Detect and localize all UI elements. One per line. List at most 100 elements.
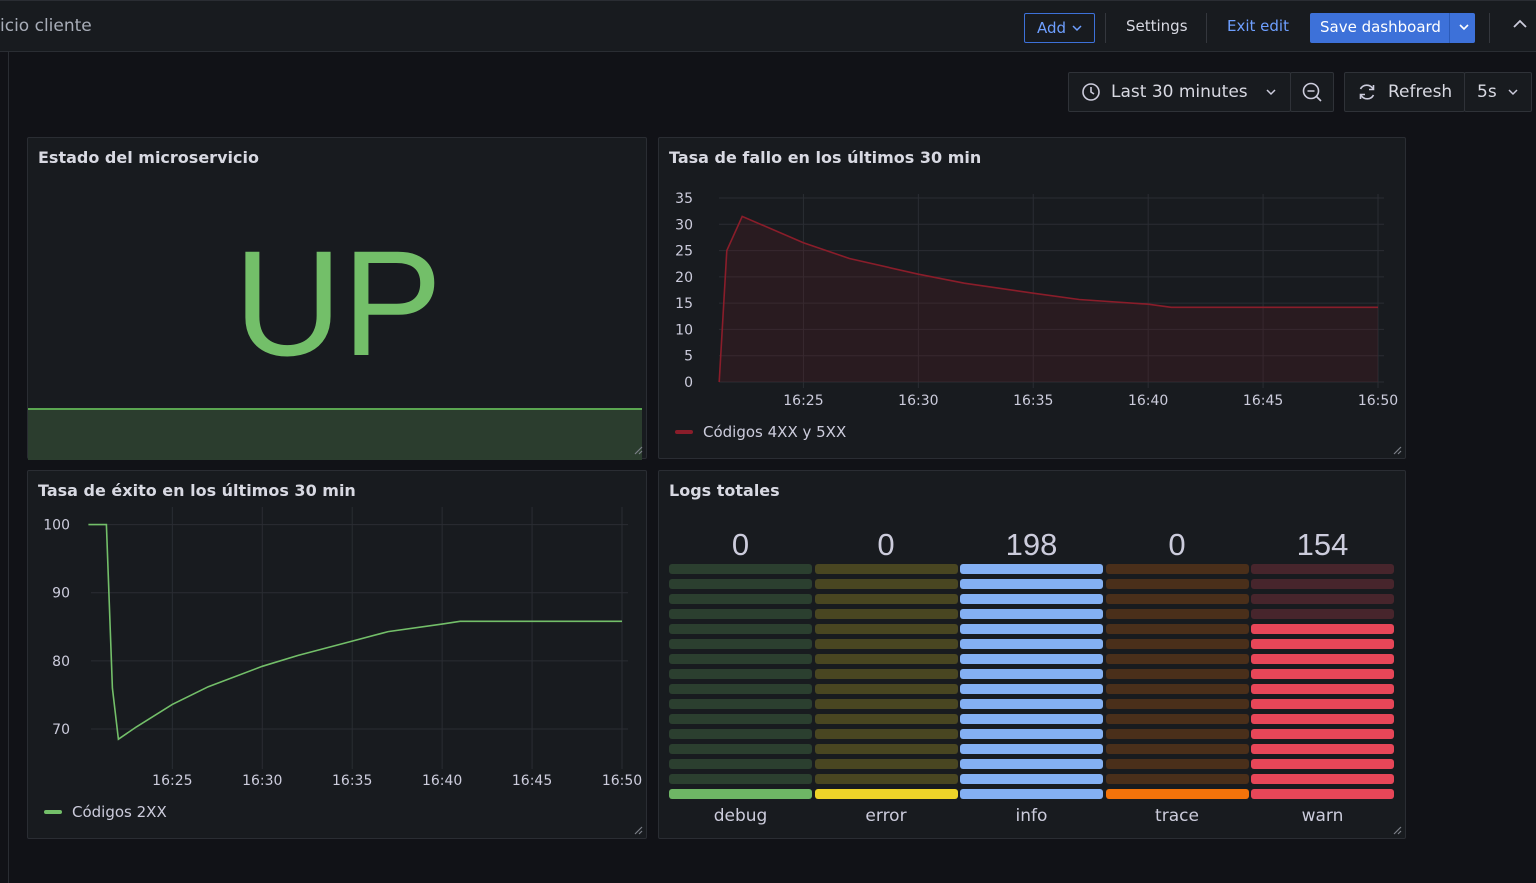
legend-label: Códigos 2XX [72,803,167,821]
gauge-segment [1105,579,1249,589]
success-rate-chart: 100 90 80 70 16:25 16:30 16:35 16:40 16:45 16:50 [43,507,642,789]
gauge-segment [814,564,958,574]
gauge-segment [1251,579,1394,589]
gauge-segment [960,684,1103,694]
gauge-segment [960,669,1103,679]
button-split-divider [1449,13,1450,43]
gauge-segment [1105,639,1249,649]
refresh-interval-picker[interactable]: 5s [1464,72,1532,112]
gauge-segment [669,579,812,589]
left-rail [0,52,9,883]
gauge-segment [669,654,812,664]
success-rate-panel[interactable]: Tasa de éxito en los últimos 30 min 100 9… [27,470,647,839]
y-tick-label: 15 [675,296,693,312]
gauge-segment [814,609,958,619]
log-level-value: 0 [1168,527,1186,562]
legend-swatch [44,810,62,814]
log-level-label: warn [1301,806,1344,826]
gauge-segment [1105,774,1249,784]
gauge-segment [669,684,812,694]
gauge-segment [814,639,958,649]
gauge-segment [960,564,1103,574]
gauge-segment [1105,669,1249,679]
gauge-segment [1251,669,1394,679]
chevron-down-icon [1072,24,1082,31]
gauge-segment [814,759,958,769]
x-tick-label: 16:50 [1358,393,1398,409]
chevron-up-icon[interactable] [1512,18,1528,30]
x-tick-label: 16:35 [1013,393,1053,409]
toolbar-divider [1206,13,1207,43]
fail-rate-panel[interactable]: Tasa de fallo en los últimos 30 min 35 30… [658,137,1406,459]
chevron-down-icon[interactable] [1457,16,1471,38]
toolbar-divider [1489,13,1490,43]
gauge-segment [960,624,1103,634]
gauge-segment [1251,714,1394,724]
gauge-segment [960,609,1103,619]
gauge-segment [1251,744,1394,754]
series-line [88,523,622,741]
gauge-segment [960,759,1103,769]
resize-handle-icon[interactable] [1392,445,1402,455]
exit-edit-button[interactable]: Exit edit [1227,17,1289,35]
add-button[interactable]: Add [1024,13,1095,43]
panel-title: Logs totales [669,481,780,500]
gauge-segment [1105,699,1249,709]
y-tick-label: 100 [43,518,70,534]
log-level-value: 0 [877,527,895,562]
gauge-segment [669,669,812,679]
log-level-value: 198 [1005,527,1058,562]
save-dashboard-button[interactable]: Save dashboard [1310,13,1475,43]
gauge-segment [814,699,958,709]
gauge-segment [669,759,812,769]
settings-button[interactable]: Settings [1126,17,1188,35]
gauge-segment [1251,609,1394,619]
legend-swatch [675,430,693,434]
gauge-segment [960,579,1103,589]
gauge-segment [1251,789,1394,799]
time-range-picker[interactable]: Last 30 minutes [1068,72,1291,112]
y-tick-label: 25 [675,244,693,260]
gauge-segment [1105,654,1249,664]
chart-legend[interactable]: Códigos 2XX [44,803,167,821]
refresh-icon [1359,84,1375,100]
gauge-segment [960,639,1103,649]
gauge-segment [960,699,1103,709]
x-tick-label: 16:40 [1128,393,1168,409]
y-tick-label: 0 [684,375,693,391]
series-area [719,216,1378,382]
x-tick-label: 16:40 [422,773,462,789]
refresh-label: Refresh [1388,82,1453,102]
y-tick-label: 70 [52,722,70,738]
legend-label: Códigos 4XX y 5XX [703,423,847,441]
x-tick-label: 16:25 [152,773,192,789]
gauge-segment [814,669,958,679]
log-level-label: debug [713,806,768,826]
breadcrumb[interactable]: icio cliente [0,16,92,36]
refresh-button[interactable]: Refresh [1344,72,1465,112]
zoom-out-button[interactable] [1290,72,1334,112]
y-tick-label: 10 [675,322,693,338]
x-tick-label: 16:45 [1243,393,1283,409]
gauge-segment [1105,624,1249,634]
x-tick-label: 16:30 [898,393,938,409]
x-tick-label: 16:30 [242,773,282,789]
y-tick-label: 80 [52,654,70,670]
gauge-segment [814,714,958,724]
resize-handle-icon[interactable] [633,445,643,455]
gauge-segment [1105,564,1249,574]
chart-legend[interactable]: Códigos 4XX y 5XX [675,423,846,441]
x-tick-label: 16:50 [602,773,642,789]
gauge-segment [669,744,812,754]
resize-handle-icon[interactable] [633,825,643,835]
resize-handle-icon[interactable] [1392,825,1402,835]
gauge-segment [814,729,958,739]
x-tick-label: 16:25 [783,393,823,409]
fail-rate-chart: 35 30 25 20 15 10 5 0 16:25 16:30 16:35 16:40 16:45 1… [675,191,1398,409]
gauge-segment [669,729,812,739]
status-panel[interactable]: Estado del microservicio UP [27,137,647,460]
gauge-segment [1251,639,1394,649]
status-sparkline-area [28,408,642,460]
gauge-segment [960,594,1103,604]
logs-panel[interactable]: Logs totales 0 debug 0 error 198 info 0 trace 15… [658,470,1406,839]
